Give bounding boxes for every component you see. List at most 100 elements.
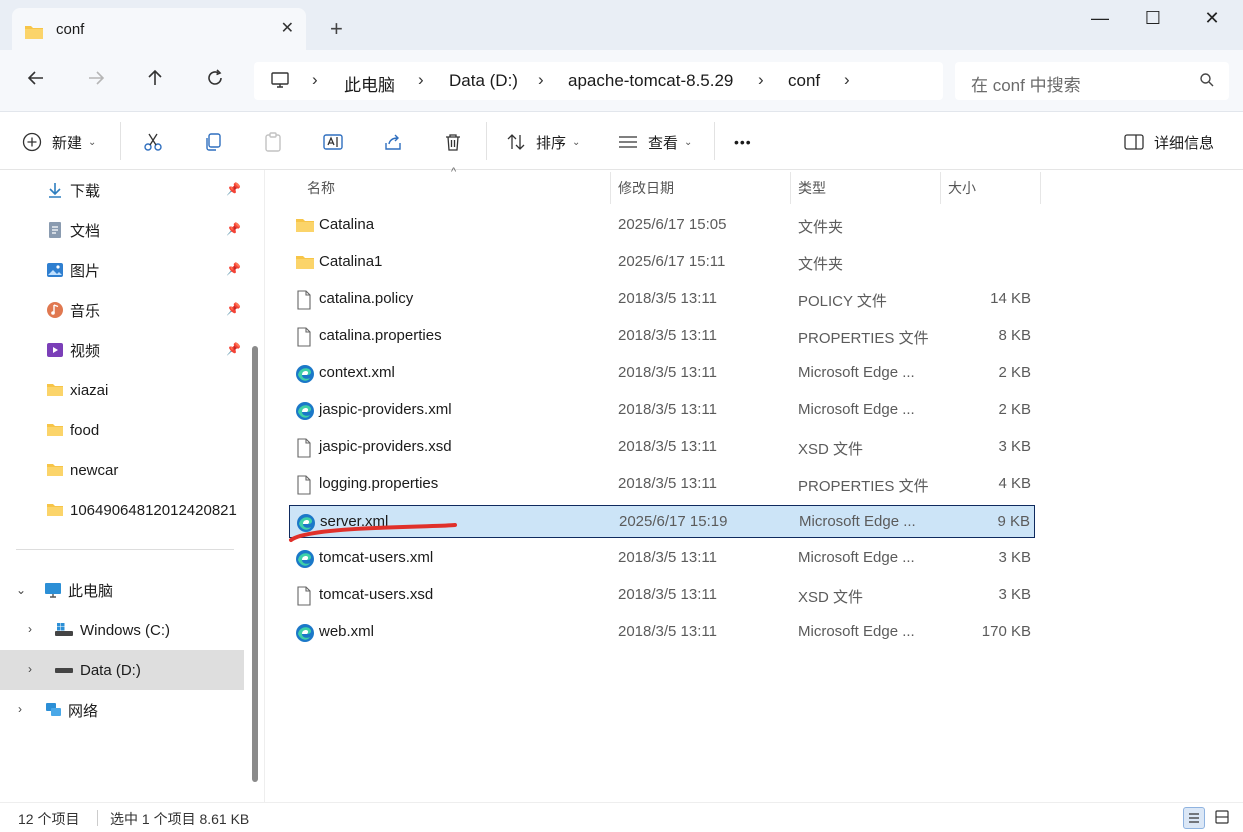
sidebar-item-label: Windows (C:) [80, 621, 171, 639]
toolbar-divider [714, 122, 715, 160]
sidebar-divider [16, 549, 234, 550]
breadcrumb-conf[interactable]: conf [788, 71, 820, 91]
sort-ascending-icon: ^ [451, 166, 457, 178]
column-header-name[interactable]: 名称 [307, 178, 335, 198]
breadcrumb-data-d[interactable]: Data (D:) [449, 71, 518, 91]
file-row[interactable]: tomcat-users.xsd 2018/3/5 13:11 XSD 文件 3 KB [289, 579, 1035, 612]
back-button[interactable] [22, 68, 50, 94]
rename-button[interactable] [322, 130, 344, 154]
maximize-button[interactable]: ☐ [1133, 8, 1173, 32]
file-row[interactable]: catalina.properties 2018/3/5 13:11 PROPERT… [289, 320, 1035, 353]
breadcrumb-separator[interactable]: › [312, 70, 318, 90]
file-row[interactable]: Catalina 2025/6/17 15:05 文件夹 [289, 209, 1035, 242]
address-bar[interactable]: › 此电脑 › Data (D:) › apache-tomcat-8.5.29… [254, 62, 943, 100]
details-view-icon [1189, 813, 1199, 823]
details-view-button[interactable] [1183, 807, 1205, 829]
chevron-down-icon: ⌄ [88, 136, 97, 148]
file-row[interactable]: jaspic-providers.xml 2018/3/5 13:11 Micros… [289, 394, 1035, 427]
new-button[interactable]: 新建 ⌄ [22, 130, 96, 154]
sidebar-item-music[interactable]: 音乐 📌 [0, 290, 244, 330]
sidebar-item-network[interactable]: › 网络 [0, 690, 244, 730]
computer-icon [45, 583, 61, 598]
clipboard-icon [265, 132, 281, 152]
sidebar-item-documents[interactable]: 文档 📌 [0, 210, 244, 250]
paste-button[interactable] [262, 130, 284, 154]
computer-icon [270, 71, 290, 93]
column-header-type[interactable]: 类型 [798, 178, 826, 198]
file-row[interactable]: catalina.policy 2018/3/5 13:11 POLICY 文件 14… [289, 283, 1035, 316]
search-input[interactable]: 在 conf 中搜索 [955, 62, 1229, 100]
file-list: ^ 名称 修改日期 类型 大小 Catalina 2025/6/17 15:05 文… [264, 166, 1243, 802]
chevron-right-icon[interactable]: › [18, 702, 22, 716]
refresh-button[interactable] [201, 68, 229, 94]
breadcrumb-this-pc[interactable]: 此电脑 [344, 71, 395, 96]
sidebar-item-pictures[interactable]: 图片 📌 [0, 250, 244, 290]
pin-icon[interactable]: 📌 [226, 302, 241, 316]
details-pane-button[interactable]: 详细信息 [1124, 130, 1214, 154]
sidebar-item-drive-d[interactable]: › Data (D:) [0, 650, 244, 690]
sidebar-item-xiazai[interactable]: xiazai [0, 370, 244, 410]
navigation-bar: › 此电脑 › Data (D:) › apache-tomcat-8.5.29… [0, 50, 1243, 112]
new-tab-button[interactable]: + [330, 18, 343, 40]
sidebar-item-label: food [70, 421, 100, 439]
sidebar-item-videos[interactable]: 视频 📌 [0, 330, 244, 370]
document-icon [49, 222, 61, 238]
tab-close-button[interactable]: ✕ [281, 18, 294, 38]
column-divider[interactable] [610, 172, 611, 204]
file-row[interactable]: context.xml 2018/3/5 13:11 Microsoft Edge … [289, 357, 1035, 390]
file-row[interactable]: tomcat-users.xml 2018/3/5 13:11 Microsoft … [289, 542, 1035, 575]
file-row[interactable]: Catalina1 2025/6/17 15:11 文件夹 [289, 246, 1035, 279]
pin-icon[interactable]: 📌 [226, 342, 241, 356]
file-modified-date: 2018/3/5 13:11 [618, 549, 717, 566]
breadcrumb-separator[interactable]: › [538, 70, 544, 90]
pin-icon[interactable]: 📌 [226, 222, 241, 236]
chevron-down-icon[interactable]: ⌄ [16, 583, 26, 597]
sidebar-item-label: 音乐 [70, 302, 101, 320]
view-button[interactable]: 查看 ⌄ [618, 130, 692, 154]
chevron-right-icon[interactable]: › [28, 662, 32, 676]
delete-button[interactable] [442, 130, 464, 154]
column-header-size[interactable]: 大小 [948, 178, 976, 198]
share-icon [385, 134, 401, 150]
column-header-date[interactable]: 修改日期 [618, 178, 674, 198]
breadcrumb-separator[interactable]: › [844, 70, 850, 90]
chevron-right-icon[interactable]: › [28, 622, 32, 636]
breadcrumb-separator[interactable]: › [418, 70, 424, 90]
more-options-button[interactable]: ••• [734, 130, 752, 154]
sidebar-item-newcar[interactable]: newcar [0, 450, 244, 490]
refresh-icon [208, 69, 222, 85]
breadcrumb-separator[interactable]: › [758, 70, 764, 90]
sidebar-item-food[interactable]: food [0, 410, 244, 450]
close-button[interactable]: ✕ [1192, 8, 1232, 32]
sidebar-item-drive-c[interactable]: › Windows (C:) [0, 610, 244, 650]
title-bar: conf ✕ + — ☐ ✕ [0, 0, 1243, 50]
download-icon [49, 183, 61, 198]
pictures-icon [47, 263, 63, 277]
share-button[interactable] [382, 130, 404, 154]
copy-button[interactable] [202, 130, 224, 154]
file-row[interactable]: logging.properties 2018/3/5 13:11 PROPERTI… [289, 468, 1035, 501]
sidebar-item-label: 网络 [68, 702, 99, 720]
sidebar-item-this-pc[interactable]: ⌄ 此电脑 [0, 570, 244, 610]
sort-button[interactable]: 排序 ⌄ [506, 130, 580, 154]
column-divider[interactable] [790, 172, 791, 204]
breadcrumb-tomcat[interactable]: apache-tomcat-8.5.29 [568, 71, 733, 91]
sidebar-scrollbar[interactable] [252, 346, 258, 782]
up-button[interactable] [141, 68, 169, 94]
minimize-button[interactable]: — [1080, 8, 1120, 32]
sidebar-item-downloads[interactable]: 下载 📌 [0, 170, 244, 210]
column-divider[interactable] [940, 172, 941, 204]
new-label: 新建 [52, 134, 83, 152]
pin-icon[interactable]: 📌 [226, 262, 241, 276]
tab-conf[interactable]: conf ✕ [12, 8, 306, 50]
column-divider[interactable] [1040, 172, 1041, 204]
sidebar-item-numeric-folder[interactable]: 10649064812012420821 [0, 490, 244, 530]
tiles-view-button[interactable] [1212, 807, 1234, 829]
file-row[interactable]: web.xml 2018/3/5 13:11 Microsoft Edge ... 1… [289, 616, 1035, 649]
cut-button[interactable] [142, 130, 164, 154]
forward-button[interactable] [82, 68, 110, 94]
tiles-view-icon [1215, 810, 1229, 824]
pin-icon[interactable]: 📌 [226, 182, 241, 196]
file-row[interactable]: jaspic-providers.xsd 2018/3/5 13:11 XSD 文件… [289, 431, 1035, 464]
file-type: POLICY 文件 [798, 293, 887, 310]
